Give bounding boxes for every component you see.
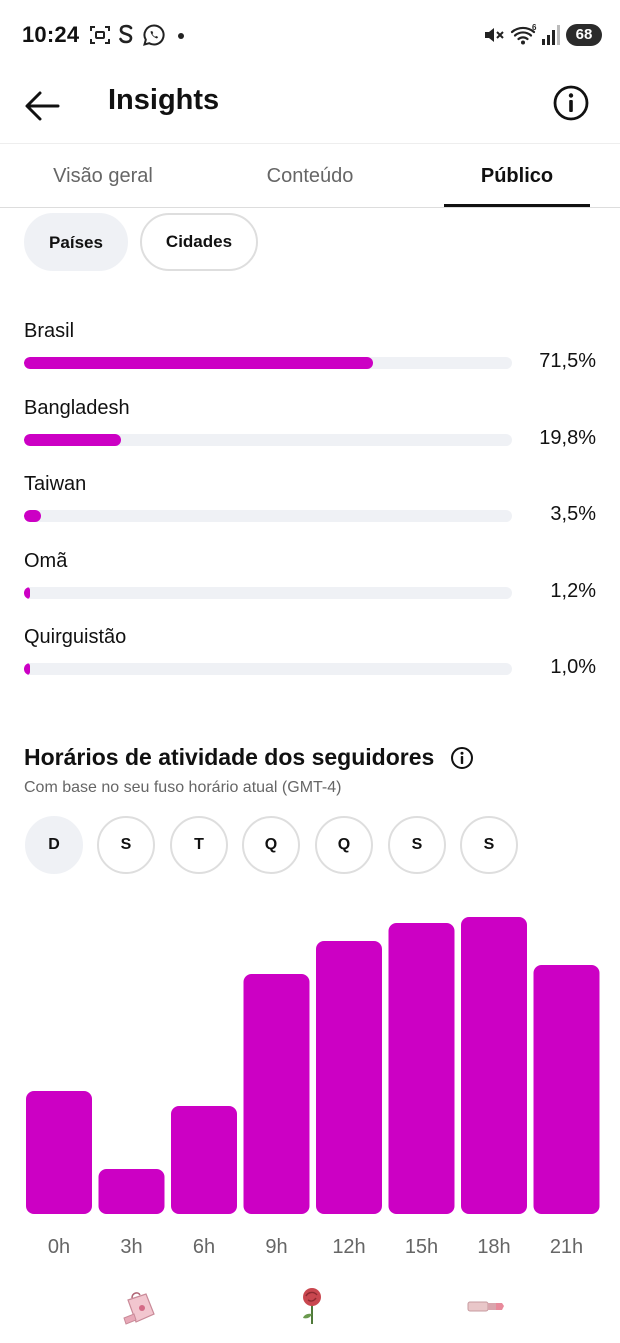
activity-tick-label: 12h [332,1236,365,1258]
country-percent: 3,5% [550,503,596,525]
wifi-icon: 6 [510,23,537,45]
tab-conteudo[interactable]: Conteúdo [206,145,414,208]
country-name: Omã [24,550,68,572]
country-bar-fill [24,510,42,522]
country-percent: 71,5% [539,350,596,372]
activity-tick-label: 3h [120,1236,142,1258]
activity-bar-3h[interactable] [98,1169,165,1214]
tab-publico[interactable]: Público [444,145,590,208]
country-bar-track [24,587,512,599]
whatsapp-icon [143,24,165,46]
chip-paises[interactable]: Países [24,213,128,271]
country-bar-track [24,357,512,369]
activity-title: Horários de atividade dos seguidores [24,744,435,770]
activity-bar-21h[interactable] [533,965,600,1214]
country-row: Taiwan 3,5% [24,473,600,533]
activity-bar-15h[interactable] [388,923,455,1214]
country-row: Omã 1,2% [24,550,600,610]
country-name: Quirguistão [24,626,127,648]
activity-subtitle: Com base no seu fuso horário atual (GMT-… [24,779,342,796]
day-button-q[interactable]: Q [315,816,373,874]
country-row: Brasil 71,5% [24,320,600,380]
status-time: 10:24 [22,22,80,47]
screenshot-icon [90,26,110,44]
lipstick-icon [467,1301,504,1312]
tab-visao-geral[interactable]: Visão geral [0,145,206,208]
activity-bar-9h[interactable] [243,974,310,1214]
country-name: Bangladesh [24,397,130,419]
country-name: Brasil [24,320,75,342]
day-button-s[interactable]: S [97,816,155,874]
signal-icon [542,25,560,45]
country-bar-track [24,434,512,446]
activity-bar-6h[interactable] [171,1106,237,1214]
tab-bar: Visão geral Conteúdo Público [0,145,620,208]
country-bar-track [24,663,512,675]
mute-icon [485,28,504,42]
rose-icon [303,1288,321,1324]
gift-bag-icon [123,1292,155,1325]
activity-tick-label: 0h [48,1236,70,1258]
app-header: Insights [0,70,620,144]
info-icon[interactable] [552,84,590,122]
country-percent: 1,2% [550,580,596,602]
active-tab-indicator [444,204,590,207]
day-button-d[interactable]: D [25,816,83,874]
country-bar-fill [24,663,30,675]
country-bar-fill [24,587,30,599]
activity-bar-chart: 0h 3h 6h 9h 12h 15h 18h 21h [26,917,600,1258]
svg-text:6: 6 [532,23,537,32]
country-row: Quirguistão 1,0% [24,626,600,686]
activity-tick-label: 18h [477,1236,510,1258]
day-button-s[interactable]: S [388,816,446,874]
activity-bar-0h[interactable] [26,1091,92,1214]
day-button-q[interactable]: Q [242,816,300,874]
page-title: Insights [108,84,220,116]
country-bar-fill [24,357,373,369]
arrow-left-icon[interactable] [22,88,62,124]
battery-icon: 68 [566,24,602,46]
activity-tick-label: 21h [550,1236,583,1258]
activity-bar-18h[interactable] [461,917,527,1214]
country-percent: 1,0% [550,656,596,678]
activity-tick-label: 15h [405,1236,438,1258]
s-app-icon [119,24,133,44]
country-name: Taiwan [24,473,87,495]
status-bar: 10:24 6 68 [0,0,620,70]
activity-bar-12h[interactable] [316,941,382,1214]
info-icon[interactable] [450,746,474,770]
day-button-t[interactable]: T [170,816,228,874]
country-percent: 19,8% [539,427,596,449]
activity-tick-label: 6h [193,1236,215,1258]
country-bar-fill [24,434,121,446]
activity-tick-label: 9h [265,1236,287,1258]
country-row: Bangladesh 19,8% [24,397,600,457]
activity-chart: 0h 3h 6h 9h 12h 15h 18h 21h [0,880,620,1270]
chip-cidades[interactable]: Cidades [140,213,258,271]
dot-icon [178,33,184,39]
country-bar-track [24,510,512,522]
day-button-s[interactable]: S [460,816,518,874]
